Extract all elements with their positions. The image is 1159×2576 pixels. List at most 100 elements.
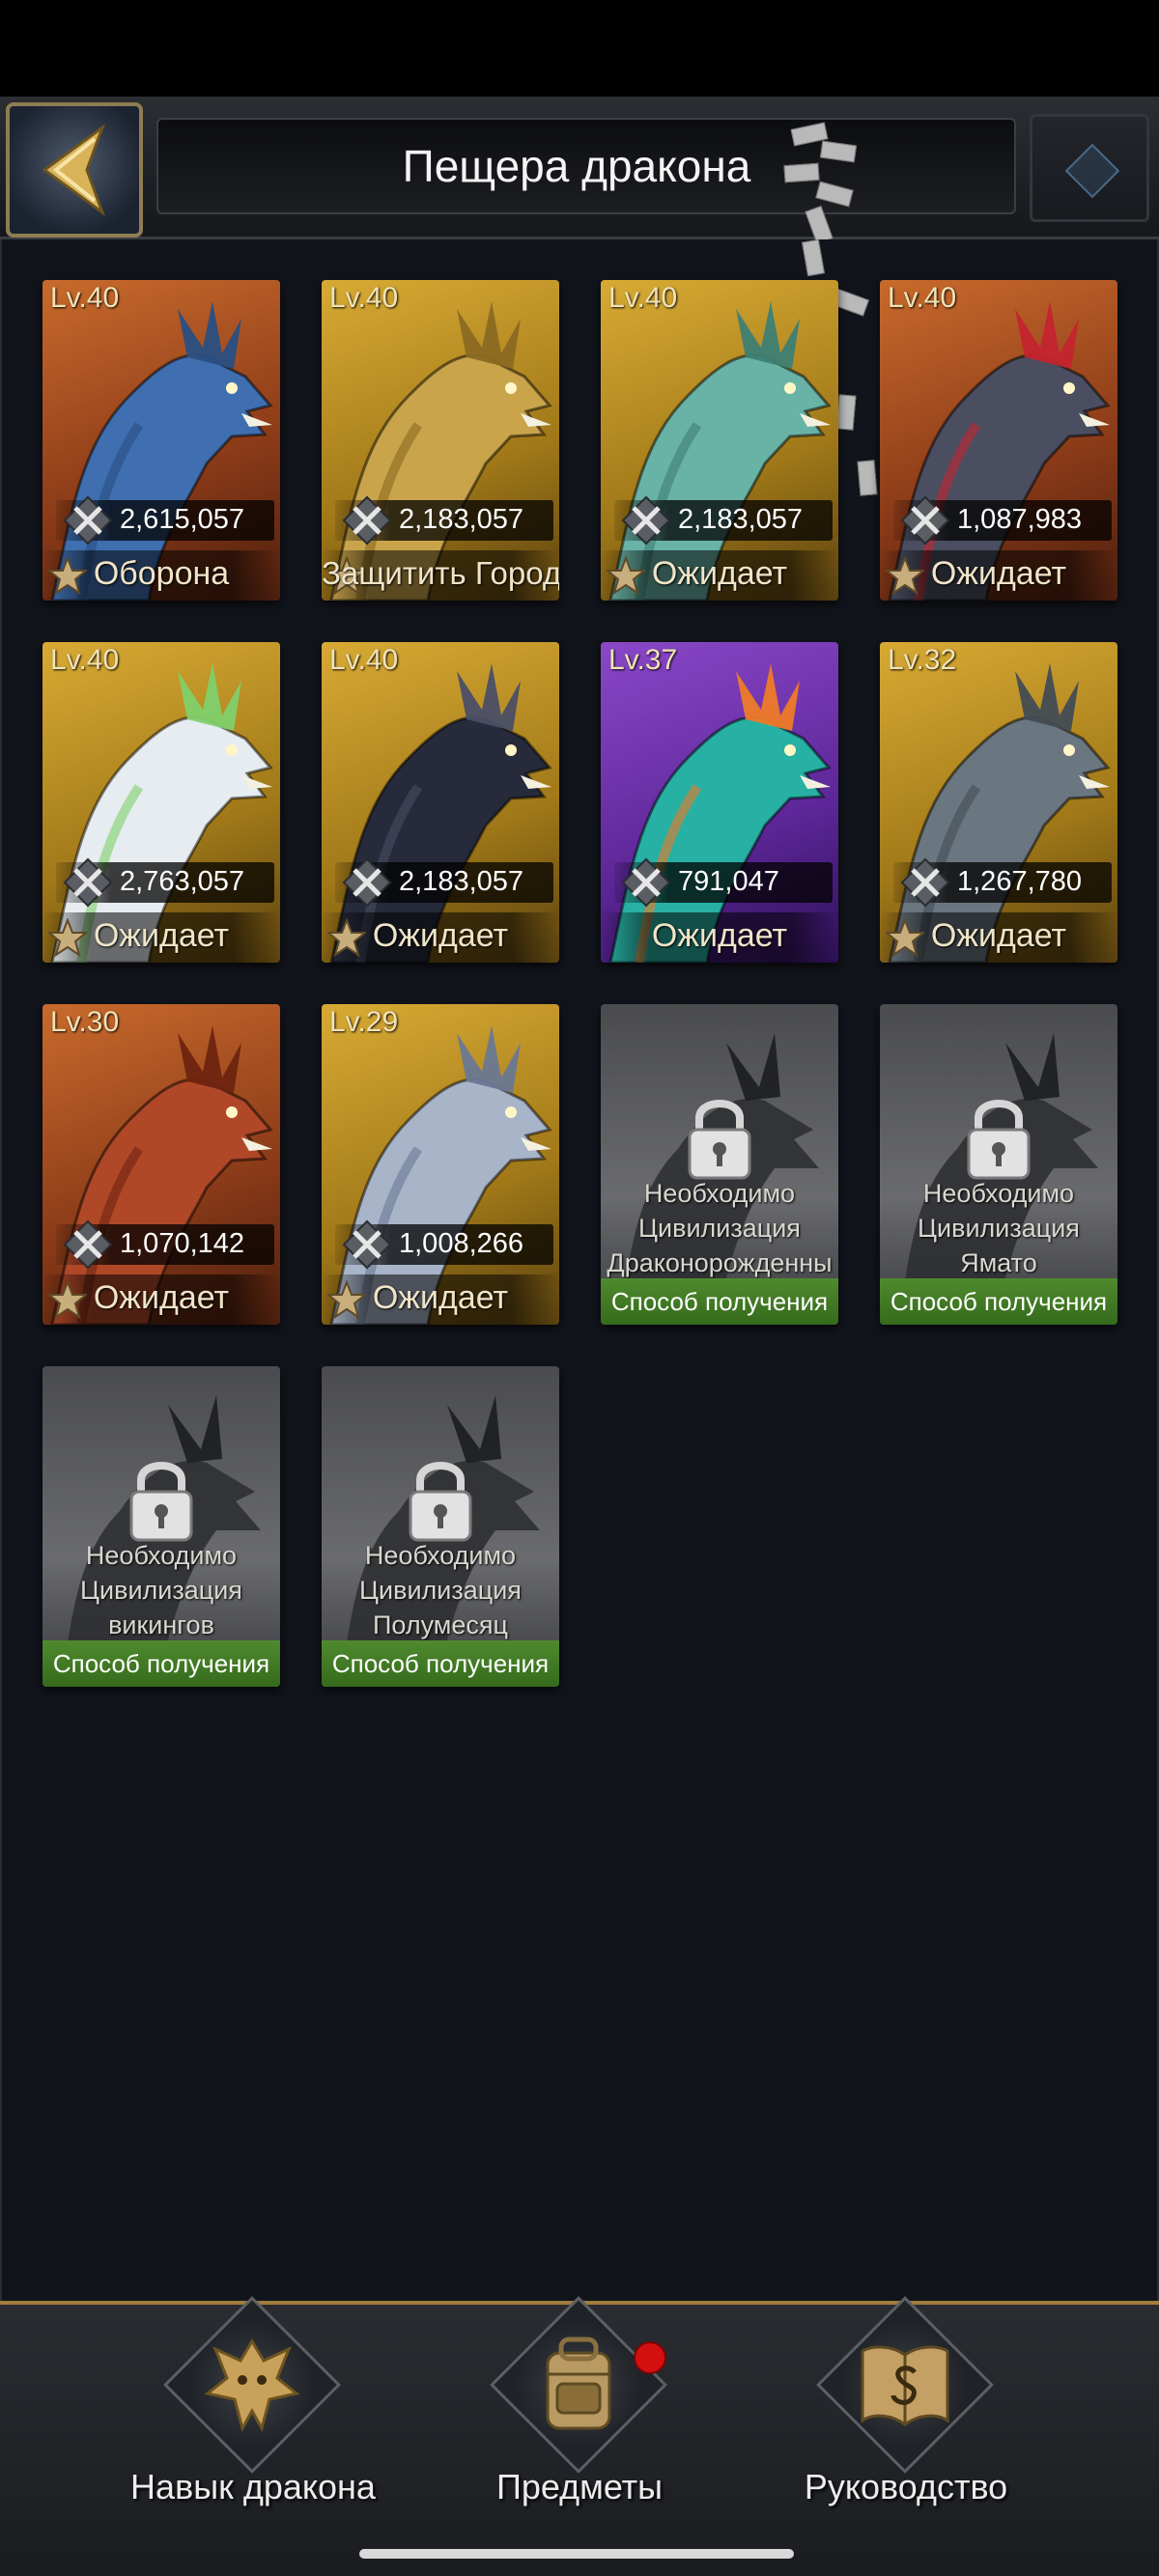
dragon-status: Ожидает (651, 555, 788, 592)
obtain-method-button[interactable]: Способ получения (601, 1278, 838, 1325)
crossed-swords-icon (63, 1219, 113, 1270)
debris-decoration (857, 460, 878, 496)
dragon-level: Lv.37 (608, 644, 678, 676)
requirement-line: Цивилизация (918, 1214, 1080, 1243)
unlock-requirement: Необходимо Цивилизация Драконорожденны (601, 1176, 838, 1280)
debris-decoration (802, 238, 825, 277)
obtain-method-button[interactable]: Способ получения (322, 1640, 559, 1687)
dragon-status: Оборона (93, 555, 230, 592)
crossed-swords-icon (621, 495, 671, 546)
requirement-line: Цивилизация (359, 1576, 522, 1605)
dragon-card[interactable]: Lv.40 2,183,057 Ожидает (601, 280, 838, 601)
dragon-card[interactable]: Lv.40 1,087,983 Ожидает (880, 280, 1117, 601)
nav-label: Предметы (495, 2467, 664, 2506)
crossed-swords-icon (63, 857, 113, 908)
dragon-level: Lv.40 (329, 282, 399, 314)
dragon-level: Lv.30 (50, 1006, 120, 1038)
unlock-requirement: Необходимо Цивилизация Ямато (880, 1176, 1117, 1280)
dragon-skill-icon (204, 2338, 300, 2432)
requirement-line: Необходимо (85, 1541, 238, 1570)
dragon-level: Lv.40 (50, 282, 120, 314)
dragon-level: Lv.40 (50, 644, 120, 676)
crossed-swords-icon (900, 857, 950, 908)
locked-dragon-card[interactable]: Необходимо Цивилизация Полумесяц Способ … (322, 1366, 559, 1687)
dragon-status: Ожидает (93, 1279, 230, 1316)
nav-dragon-skill[interactable]: Навык дракона (79, 2296, 427, 2527)
locked-dragon-card[interactable]: Необходимо Цивилизация викингов Способ п… (42, 1366, 280, 1687)
requirement-line: Ямато (960, 1248, 1037, 1277)
crossed-swords-icon (342, 495, 392, 546)
dragon-level: Lv.29 (329, 1006, 399, 1038)
backpack-icon (546, 2337, 611, 2430)
dragon-power: 1,070,142 (120, 1228, 245, 1259)
dragon-card[interactable]: Lv.37 791,047 Ожидает (601, 642, 838, 963)
dragon-status: Ожидает (930, 917, 1067, 954)
nav-guide[interactable]: Руководство (732, 2296, 1080, 2527)
requirement-line: Необходимо (922, 1179, 1075, 1208)
dragon-level: Lv.40 (608, 282, 678, 314)
padlock-icon (409, 1462, 472, 1542)
dragon-level: Lv.40 (329, 644, 399, 676)
requirement-line: Необходимо (643, 1179, 796, 1208)
dragon-power: 1,087,983 (957, 504, 1083, 535)
dragon-power: 2,763,057 (120, 866, 245, 897)
status-bar (0, 0, 1159, 97)
unlock-requirement: Необходимо Цивилизация Полумесяц (322, 1538, 559, 1642)
chevron-left-icon (42, 123, 106, 217)
dragon-power: 2,183,057 (678, 504, 804, 535)
dragon-card[interactable]: Lv.40 2,763,057 Ожидает (42, 642, 280, 963)
debris-decoration (835, 394, 857, 431)
unlock-requirement: Необходимо Цивилизация викингов (42, 1538, 280, 1642)
padlock-icon (129, 1462, 193, 1542)
home-indicator[interactable] (359, 2549, 794, 2559)
guide-book-icon (861, 2345, 949, 2426)
dragon-status: Защитить Город (322, 555, 559, 591)
padlock-icon (688, 1100, 751, 1180)
dragon-status: Ожидает (372, 917, 509, 954)
dragon-power: 1,008,266 (399, 1228, 524, 1259)
dragon-status: Ожидает (93, 917, 230, 954)
notification-badge (634, 2341, 666, 2374)
dragon-status: Ожидает (651, 917, 788, 954)
dragon-level: Lv.32 (888, 644, 957, 676)
requirement-line: Драконорожденны (607, 1248, 833, 1277)
dragon-card[interactable]: Lv.40 2,183,057 Ожидает (322, 642, 559, 963)
locked-dragon-card[interactable]: Необходимо Цивилизация Драконорожденны С… (601, 1004, 838, 1325)
bottom-navigation: Навык дракона Предметы Руководство (0, 2296, 1159, 2576)
menu-emblem-icon (1064, 143, 1120, 199)
dragon-power: 2,183,057 (399, 866, 524, 897)
crossed-swords-icon (342, 1219, 392, 1270)
padlock-icon (967, 1100, 1031, 1180)
debris-decoration (783, 162, 820, 183)
dragon-status: Ожидает (372, 1279, 509, 1316)
nav-label: Навык дракона (130, 2467, 376, 2506)
requirement-line: Полумесяц (373, 1610, 508, 1639)
crossed-swords-icon (63, 495, 113, 546)
obtain-method-button[interactable]: Способ получения (42, 1640, 280, 1687)
dragon-level: Lv.40 (888, 282, 957, 314)
dragon-status: Ожидает (930, 555, 1067, 592)
dragon-card[interactable]: Lv.32 1,267,780 Ожидает (880, 642, 1117, 963)
crossed-swords-icon (342, 857, 392, 908)
dragon-card[interactable]: Lv.29 1,008,266 Ожидает (322, 1004, 559, 1325)
dragon-power: 791,047 (678, 866, 779, 897)
locked-dragon-card[interactable]: Необходимо Цивилизация Ямато Способ полу… (880, 1004, 1117, 1325)
back-button[interactable] (6, 102, 143, 238)
dragon-card[interactable]: Lv.30 1,070,142 Ожидает (42, 1004, 280, 1325)
crossed-swords-icon (900, 495, 950, 546)
nav-items[interactable]: Предметы (406, 2296, 753, 2527)
page-title: Пещера дракона (402, 141, 751, 191)
dragon-power: 1,267,780 (957, 866, 1083, 897)
header: Пещера дракона (0, 97, 1159, 244)
requirement-line: Цивилизация (638, 1214, 801, 1243)
nav-label: Руководство (804, 2467, 1008, 2506)
requirement-line: Цивилизация (80, 1576, 242, 1605)
dragon-card[interactable]: Lv.40 2,183,057 Защитить Город (322, 280, 559, 601)
dragon-power: 2,615,057 (120, 504, 245, 535)
crossed-swords-icon (621, 857, 671, 908)
dragon-power: 2,183,057 (399, 504, 524, 535)
menu-button[interactable] (1030, 114, 1149, 222)
obtain-method-button[interactable]: Способ получения (880, 1278, 1117, 1325)
dragon-card[interactable]: Lv.40 2,615,057 Оборона (42, 280, 280, 601)
requirement-line: викингов (108, 1610, 214, 1639)
